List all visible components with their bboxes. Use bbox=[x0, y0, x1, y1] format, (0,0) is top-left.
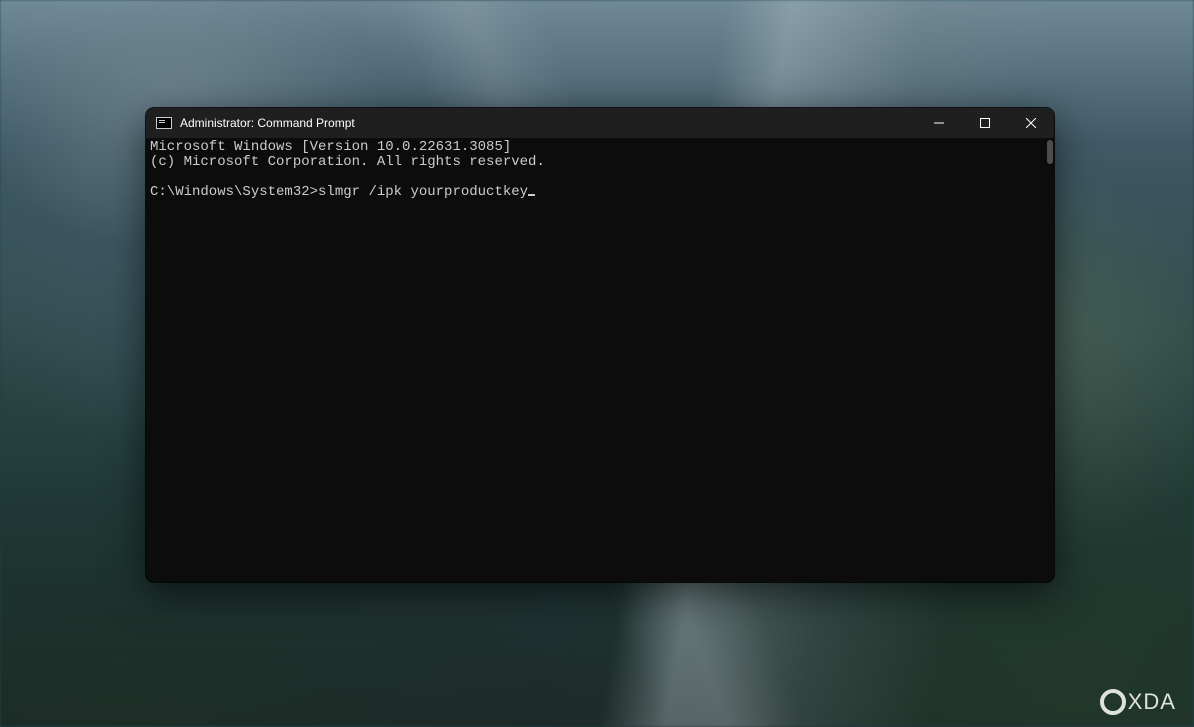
cmd-icon bbox=[156, 117, 172, 129]
minimize-button[interactable] bbox=[916, 108, 962, 138]
command-prompt-window: Administrator: Command Prompt Microsoft … bbox=[146, 108, 1054, 582]
terminal-cursor bbox=[528, 194, 535, 196]
minimize-icon bbox=[934, 118, 944, 128]
terminal-output[interactable]: Microsoft Windows [Version 10.0.22631.30… bbox=[146, 138, 1054, 582]
maximize-button[interactable] bbox=[962, 108, 1008, 138]
scrollbar-thumb[interactable] bbox=[1047, 140, 1053, 164]
xda-logo-icon bbox=[1100, 689, 1126, 715]
xda-watermark: XDA bbox=[1100, 689, 1176, 715]
scrollbar-track[interactable] bbox=[1040, 138, 1054, 582]
close-button[interactable] bbox=[1008, 108, 1054, 138]
terminal-command[interactable]: slmgr /ipk yourproductkey bbox=[318, 184, 528, 200]
terminal-prompt: C:\Windows\System32> bbox=[150, 184, 318, 200]
watermark-text: XDA bbox=[1128, 689, 1176, 715]
close-icon bbox=[1026, 118, 1036, 128]
window-title: Administrator: Command Prompt bbox=[180, 116, 355, 130]
terminal-line-2: (c) Microsoft Corporation. All rights re… bbox=[150, 154, 545, 170]
titlebar[interactable]: Administrator: Command Prompt bbox=[146, 108, 1054, 138]
maximize-icon bbox=[980, 118, 990, 128]
terminal-line-1: Microsoft Windows [Version 10.0.22631.30… bbox=[150, 139, 511, 155]
